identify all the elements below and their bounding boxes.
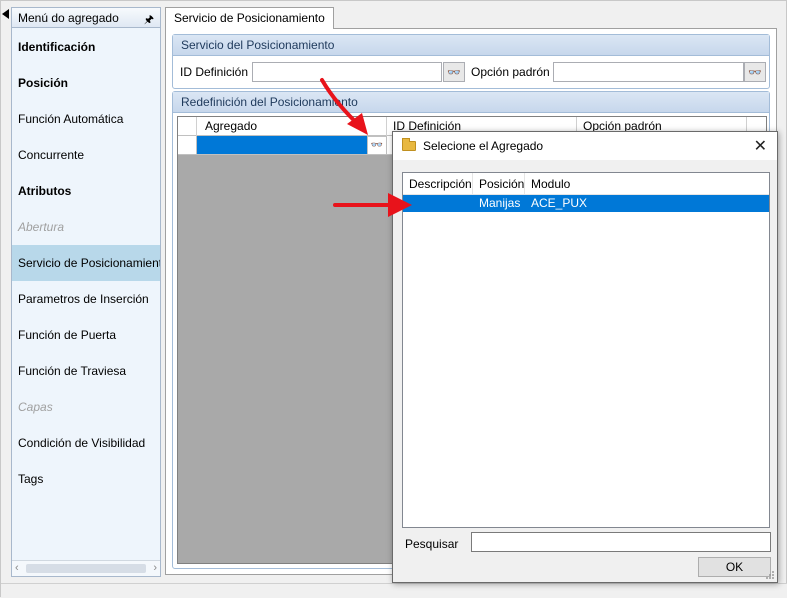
list-header: Descripción Posición Modulo — [403, 173, 769, 195]
id-definition-input[interactable] — [252, 62, 442, 82]
aggregate-list: Descripción Posición Modulo Manijas ACE_… — [402, 172, 770, 528]
agregado-cell[interactable] — [197, 136, 367, 155]
menu-item-tags[interactable]: Tags — [12, 461, 160, 497]
dialog-titlebar: Selecione el Agregado ✕ — [393, 132, 777, 160]
resize-grip-icon[interactable] — [765, 570, 775, 580]
binoculars-icon[interactable]: 👓 — [443, 62, 465, 82]
binoculars-icon[interactable]: 👓 — [744, 62, 766, 82]
menu-header-title: Menú do agregado — [18, 11, 119, 25]
dialog-title: Selecione el Agregado — [423, 139, 544, 153]
menu-horizontal-scrollbar[interactable]: ‹ › — [12, 560, 160, 576]
grid-corner — [178, 117, 197, 136]
id-definition-label: ID Definición — [180, 65, 249, 79]
status-bar — [1, 583, 787, 598]
menu-item-funcion-automatica[interactable]: Función Automática — [12, 101, 160, 137]
close-icon[interactable]: ✕ — [754, 136, 767, 156]
menu-header: Menú do agregado 🖈 — [12, 8, 160, 28]
menu-item-parametros-insercion[interactable]: Parametros de Inserción — [12, 281, 160, 317]
item-posicion: Manijas — [479, 196, 521, 210]
column-posicion[interactable]: Posición — [473, 173, 525, 195]
select-aggregate-dialog: Selecione el Agregado ✕ Descripción Posi… — [392, 131, 778, 583]
menu-item-funcion-puerta[interactable]: Función de Puerta — [12, 317, 160, 353]
folder-icon — [402, 138, 416, 151]
group-title: Redefinición del Posicionamiento — [173, 92, 769, 113]
menu-item-servicio-posicionamiento[interactable]: Servicio de Posicionamiento — [12, 245, 160, 281]
menu-item-atributos[interactable]: Atributos — [12, 173, 160, 209]
menu-item-capas: Capas — [18, 400, 53, 414]
default-option-input[interactable] — [553, 62, 744, 82]
default-option-label: Opción padrón — [471, 65, 550, 79]
scroll-thumb[interactable] — [26, 564, 146, 573]
row-header[interactable] — [178, 136, 197, 155]
list-item[interactable]: Manijas ACE_PUX — [403, 195, 769, 212]
menu-item-funcion-traviesa[interactable]: Función de Traviesa — [12, 353, 160, 389]
menu-item-posicion[interactable]: Posición — [12, 65, 160, 101]
search-label: Pesquisar — [405, 537, 459, 551]
scroll-left-icon[interactable]: ‹ — [15, 562, 19, 574]
column-descripcion[interactable]: Descripción — [403, 173, 473, 195]
menu-item-concurrente[interactable]: Concurrente — [12, 137, 160, 173]
tab-servicio-posicionamiento[interactable]: Servicio de Posicionamiento — [165, 7, 334, 29]
column-modulo[interactable]: Modulo — [525, 173, 585, 195]
menu-item-condicion-visibilidad[interactable]: Condición de Visibilidad — [12, 425, 160, 461]
menu-items: Identificación Posición Función Automáti… — [12, 29, 160, 497]
aggregate-menu-panel: Menú do agregado 🖈 Identificación Posici… — [11, 7, 161, 577]
pin-icon[interactable]: 🖈 — [144, 11, 154, 30]
group-title: Servicio del Posicionamiento — [173, 35, 769, 56]
item-modulo: ACE_PUX — [531, 196, 588, 210]
search-input[interactable] — [471, 532, 771, 552]
menu-item-abertura: Abertura — [18, 220, 65, 234]
column-agregado[interactable]: Agregado — [197, 117, 387, 136]
menu-item-identificacion[interactable]: Identificación — [12, 29, 160, 65]
collapse-arrow-icon[interactable] — [2, 9, 9, 19]
item-descripcion — [403, 195, 473, 212]
scroll-right-icon[interactable]: › — [153, 562, 157, 574]
positioning-service-group: Servicio del Posicionamiento ID Definici… — [172, 34, 770, 89]
binoculars-icon[interactable]: 👓 — [367, 136, 387, 155]
ok-button[interactable]: OK — [698, 557, 771, 577]
